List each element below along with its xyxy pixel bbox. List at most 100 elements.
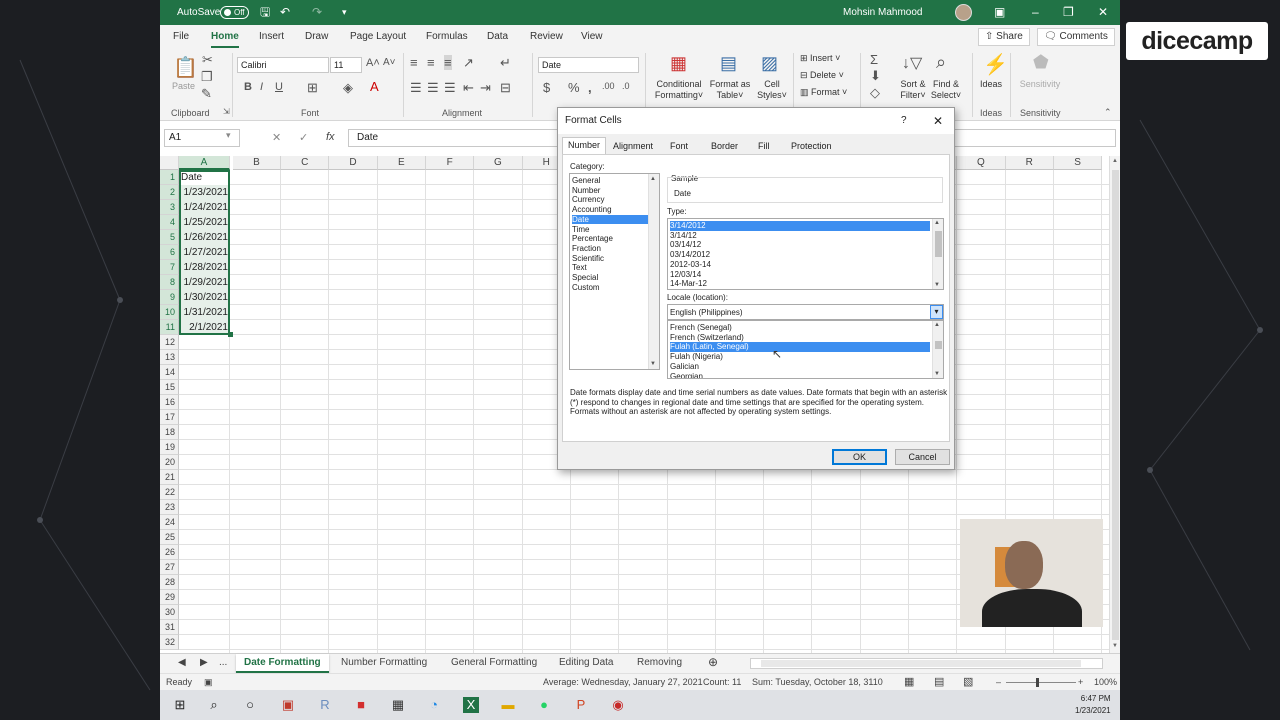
autosave-toggle[interactable]: Off: [220, 6, 249, 19]
row-header-26[interactable]: 26: [160, 545, 179, 560]
insert-function-icon[interactable]: fx: [326, 131, 335, 143]
locale-scroll-thumb[interactable]: [935, 341, 942, 349]
increase-indent-icon[interactable]: ⇥: [480, 80, 491, 96]
italic-icon[interactable]: I: [260, 81, 263, 93]
locale-item[interactable]: French (Senegal): [670, 323, 930, 333]
dialog-tab-font[interactable]: Font: [665, 139, 693, 154]
category-item[interactable]: Text: [572, 263, 648, 273]
sensitivity-icon[interactable]: ⬟: [1033, 52, 1049, 73]
scroll-down-icon[interactable]: ▼: [1112, 643, 1118, 649]
orientation-icon[interactable]: ↗: [463, 55, 474, 71]
row-header-30[interactable]: 30: [160, 605, 179, 620]
normal-view-icon[interactable]: ▦: [904, 675, 914, 688]
cell-styles-button[interactable]: Cell Styles˅: [754, 79, 790, 101]
cell-styles-icon[interactable]: ▨: [761, 53, 778, 74]
fill-handle[interactable]: [228, 332, 233, 337]
category-item[interactable]: Date: [572, 214, 648, 225]
customize-toolbar-icon[interactable]: ▾: [342, 5, 347, 19]
format-as-table-button[interactable]: Format as Table˅: [707, 79, 753, 101]
comments-button[interactable]: 🗨 Comments: [1037, 28, 1115, 46]
row-header-3[interactable]: 3: [160, 200, 179, 215]
locale-scrollbar[interactable]: ▲ ▼: [932, 321, 943, 378]
type-scroll-thumb[interactable]: [935, 231, 942, 257]
tab-data[interactable]: Data: [487, 31, 508, 42]
sheet-tab-date-formatting[interactable]: Date Formatting: [236, 654, 329, 673]
ideas-button[interactable]: Ideas: [979, 79, 1003, 90]
row-header-1[interactable]: 1: [160, 170, 179, 185]
tab-file[interactable]: File: [173, 31, 189, 42]
share-button[interactable]: ⇧ Share: [978, 28, 1030, 46]
powerpoint-icon[interactable]: P: [573, 697, 589, 713]
row-header-10[interactable]: 10: [160, 305, 179, 320]
column-header-r[interactable]: R: [1005, 156, 1054, 170]
row-header-18[interactable]: 18: [160, 425, 179, 440]
row-header-9[interactable]: 9: [160, 290, 179, 305]
format-cells-button[interactable]: ▥ Format ˅: [800, 87, 847, 98]
next-sheet-icon[interactable]: ▶: [200, 657, 208, 668]
category-item[interactable]: General: [572, 176, 648, 186]
row-header-31[interactable]: 31: [160, 620, 179, 635]
row-header-5[interactable]: 5: [160, 230, 179, 245]
row-header-28[interactable]: 28: [160, 575, 179, 590]
vertical-scrollbar[interactable]: ▲ ▼: [1109, 156, 1120, 653]
align-bottom-icon[interactable]: ≡: [444, 55, 452, 70]
category-item[interactable]: Accounting: [572, 205, 648, 215]
category-item[interactable]: Custom: [572, 283, 648, 293]
row-header-2[interactable]: 2: [160, 185, 179, 200]
column-header-s[interactable]: S: [1053, 156, 1103, 170]
tab-formulas[interactable]: Formulas: [426, 31, 468, 42]
type-item[interactable]: 12/03/14: [670, 270, 930, 280]
insert-cells-button[interactable]: ⊞ Insert ˅: [800, 53, 840, 64]
recorder-icon[interactable]: ◉: [610, 697, 626, 713]
tab-home[interactable]: Home: [211, 31, 239, 48]
cut-icon[interactable]: ✂: [202, 52, 213, 68]
underline-icon[interactable]: U: [275, 81, 283, 93]
search-icon[interactable]: ⌕: [206, 697, 222, 713]
dialog-tab-alignment[interactable]: Alignment: [608, 139, 658, 154]
minimize-icon[interactable]: –: [1032, 5, 1039, 19]
dialog-tab-border[interactable]: Border: [706, 139, 743, 154]
task-view-icon[interactable]: ○: [242, 697, 258, 713]
sensitivity-button[interactable]: Sensitivity: [1015, 79, 1065, 90]
clear-icon[interactable]: ◇: [870, 85, 880, 101]
percent-style-icon[interactable]: %: [568, 80, 580, 95]
row-header-20[interactable]: 20: [160, 455, 179, 470]
align-center-icon[interactable]: ☰: [427, 80, 439, 96]
category-item[interactable]: Number: [572, 186, 648, 196]
dialog-close-icon[interactable]: ✕: [933, 108, 943, 134]
column-header-b[interactable]: B: [232, 156, 282, 170]
dialog-tab-fill[interactable]: Fill: [753, 139, 775, 154]
file-explorer-icon[interactable]: ▬: [500, 697, 516, 713]
locale-item[interactable]: Fulah (Nigeria): [670, 352, 930, 362]
close-icon[interactable]: ✕: [1098, 5, 1108, 19]
ribbon-display-icon[interactable]: ▣: [994, 5, 1005, 19]
scroll-down-icon[interactable]: ▼: [934, 282, 940, 288]
user-avatar[interactable]: [955, 4, 972, 21]
row-header-23[interactable]: 23: [160, 500, 179, 515]
cancel-entry-icon[interactable]: ✕: [272, 131, 281, 144]
row-header-8[interactable]: 8: [160, 275, 179, 290]
zoom-slider[interactable]: [1006, 682, 1076, 683]
category-list[interactable]: General Number Currency Accounting Date Time P…: [569, 173, 660, 370]
type-item[interactable]: 03/14/12: [670, 240, 930, 250]
tab-page-layout[interactable]: Page Layout: [350, 31, 406, 42]
column-header-c[interactable]: C: [281, 156, 330, 170]
category-item[interactable]: Time: [572, 225, 648, 235]
category-item[interactable]: Percentage: [572, 234, 648, 244]
row-header-21[interactable]: 21: [160, 470, 179, 485]
ok-button[interactable]: OK: [832, 449, 887, 465]
row-header-12[interactable]: 12: [160, 335, 179, 350]
borders-icon[interactable]: ⊞: [307, 80, 318, 96]
decrease-indent-icon[interactable]: ⇤: [463, 80, 474, 96]
category-scrollbar[interactable]: ▲ ▼: [648, 174, 659, 369]
type-item[interactable]: 14-Mar-12: [670, 279, 930, 289]
page-layout-view-icon[interactable]: ▤: [934, 675, 944, 688]
horizontal-scrollbar-thumb[interactable]: [761, 660, 1081, 667]
find-select-icon[interactable]: ⌕: [936, 52, 946, 73]
accounting-format-icon[interactable]: $: [543, 80, 550, 95]
start-icon[interactable]: ⊞: [172, 697, 188, 713]
delete-cells-button[interactable]: ⊟ Delete ˅: [800, 70, 844, 81]
font-name-select[interactable]: Calibri: [237, 57, 329, 73]
sheet-tab-general-formatting[interactable]: General Formatting: [451, 657, 537, 668]
system-clock[interactable]: 6:47 PM 1/23/2021: [1075, 693, 1111, 717]
